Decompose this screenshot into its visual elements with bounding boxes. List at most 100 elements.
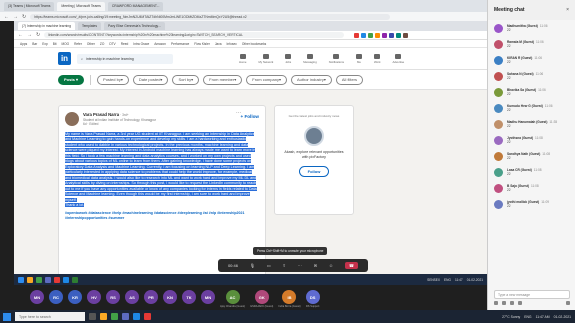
filter-date-posted[interactable]: Date posted ▾ [132,74,169,85]
nav-item-notifications[interactable]: Notifications [329,53,344,64]
author-avatar[interactable] [65,112,79,126]
outer-tab[interactable]: (3) Teams | Microsoft Teams [4,1,55,11]
post-body[interactable]: My name is Vara Prasad Narra, a 3rd year… [65,131,259,209]
bookmark-item[interactable]: Performance [171,42,189,46]
extension-icon[interactable] [375,32,381,38]
participant-tile[interactable]: DS DS Support [305,290,320,308]
participant-tile[interactable]: AS [125,290,139,304]
chat-icon[interactable]: ✉ [314,263,317,268]
bookmark-item[interactable]: Bar [32,42,37,46]
app-icon[interactable] [144,313,151,320]
outer-tab[interactable]: CRAWFORD MANAGEMENT... [107,1,164,11]
close-icon[interactable]: × [566,7,569,13]
file-explorer-icon[interactable] [100,313,107,320]
bookmark-item[interactable]: Amazon [154,42,166,46]
emoji-icon[interactable] [510,301,514,305]
nav-item-my-network[interactable]: My Network [258,53,273,64]
back-icon[interactable]: ← [18,32,23,38]
hang-up-button[interactable]: ☎ [344,262,358,269]
inner-url-field[interactable]: linkedin.com/search/results/CONTENT/?key… [44,32,345,38]
bookmark-item[interactable]: Other bookmarks [242,42,266,46]
camera-icon[interactable]: ▭ [267,263,271,268]
bookmark-item[interactable]: Java [215,42,222,46]
forward-icon[interactable]: → [13,14,18,20]
bookmark-item[interactable]: Intra Grace [133,42,149,46]
nav-item-me[interactable]: Me [356,53,362,64]
extension-icon[interactable] [389,32,395,38]
follow-button[interactable]: + Follow [240,114,259,119]
linkedin-logo[interactable]: in [58,52,71,65]
bookmark-item[interactable]: Other [87,42,95,46]
inner-tab[interactable]: Pavy Elise Gennesia's Technology... [103,22,165,30]
bookmark-item[interactable]: Flow Kisler [194,42,210,46]
bookmark-item[interactable]: Exp [42,42,48,46]
folder-icon[interactable] [27,276,33,283]
task-view-icon[interactable] [89,313,96,320]
extension-icon[interactable] [354,32,360,38]
bookmark-item[interactable]: Infosec [227,42,237,46]
more-icon[interactable]: ··· [298,263,302,268]
side-card-follow-button[interactable]: Follow [298,166,330,177]
send-icon[interactable] [566,301,570,305]
taskbar-search-input[interactable]: Type here to search [15,312,85,321]
participant-tile[interactable]: HV [87,290,101,304]
bookmark-item[interactable]: Bit [53,42,57,46]
gif-icon[interactable] [518,301,522,305]
app-icon[interactable] [54,276,60,283]
reload-icon[interactable]: ↻ [22,14,26,20]
reload-icon[interactable]: ↻ [36,32,40,38]
search-input[interactable]: ⌕ internship in machine learning [77,53,173,64]
extension-icon[interactable] [396,32,402,38]
participant-tile[interactable]: RC [49,290,63,304]
edge-icon[interactable] [133,313,140,320]
bookmark-item[interactable]: ZO [100,42,104,46]
teams-icon[interactable] [122,313,129,320]
chrome-icon[interactable] [36,276,42,283]
inner-tab[interactable]: Templates [77,22,101,30]
bookmark-item[interactable]: DTV [109,42,115,46]
author-name[interactable]: Vara Prasad Narra [83,112,119,117]
participant-tile[interactable]: MN [201,290,215,304]
weather-widget[interactable]: 27°C Sunny [502,315,520,319]
outer-url-field[interactable]: https://teams.microsoft.com/_#/pre-join-… [30,13,391,20]
mic-icon[interactable]: 🎙 [250,263,255,268]
nav-item-jobs[interactable]: Jobs [285,53,292,64]
back-icon[interactable]: ← [4,14,9,20]
extension-icon[interactable] [361,32,367,38]
bookmark-item[interactable]: Apps [20,42,27,46]
participant-tile[interactable]: TK [182,290,196,304]
participant-tile[interactable]: IB Indra Borra (Guest) [278,290,301,308]
extension-icon[interactable] [368,32,374,38]
chat-message-input[interactable]: Type a new message [494,290,570,299]
outer-tab-active[interactable]: Meeting | Microsoft Teams [57,1,105,11]
inner-tab[interactable]: (7) Internship in machine learning [18,22,75,30]
bookmark-item[interactable]: Reed [121,42,129,46]
filter-posts[interactable]: Posts ▾ [58,74,85,85]
extension-icon[interactable] [403,32,409,38]
teams-icon[interactable] [45,276,51,283]
participant-tile[interactable]: KN [163,290,177,304]
participant-tile[interactable]: RS [106,290,120,304]
excel-icon[interactable] [72,276,78,283]
windows-start-icon[interactable] [18,276,24,283]
nav-item-advertise[interactable]: Advertise [392,53,404,64]
format-icon[interactable] [494,301,498,305]
filter-from-company[interactable]: From company ▾ [246,74,287,85]
bookmark-item[interactable]: Refer [74,42,82,46]
filter-author-industry[interactable]: Author industry ▾ [290,74,332,85]
participant-tile[interactable]: PR [144,290,158,304]
chrome-icon[interactable] [111,313,118,320]
word-icon[interactable] [63,276,69,283]
language-indicator[interactable]: ENG [524,315,531,319]
filter-from-member[interactable]: From member ▾ [203,74,243,85]
filter-posted-by[interactable]: Posted by ▾ [97,74,129,85]
nav-item-work[interactable]: Work [374,53,380,64]
forward-icon[interactable]: → [27,32,32,38]
people-icon[interactable]: ☺ [329,263,333,268]
filter-all-filters[interactable]: All filters [335,74,364,85]
participant-tile[interactable]: KR [68,290,82,304]
share-icon[interactable]: ⇪ [283,263,286,268]
extension-icon[interactable] [382,32,388,38]
attach-icon[interactable] [502,301,506,305]
bookmark-item[interactable]: MOO [61,42,69,46]
